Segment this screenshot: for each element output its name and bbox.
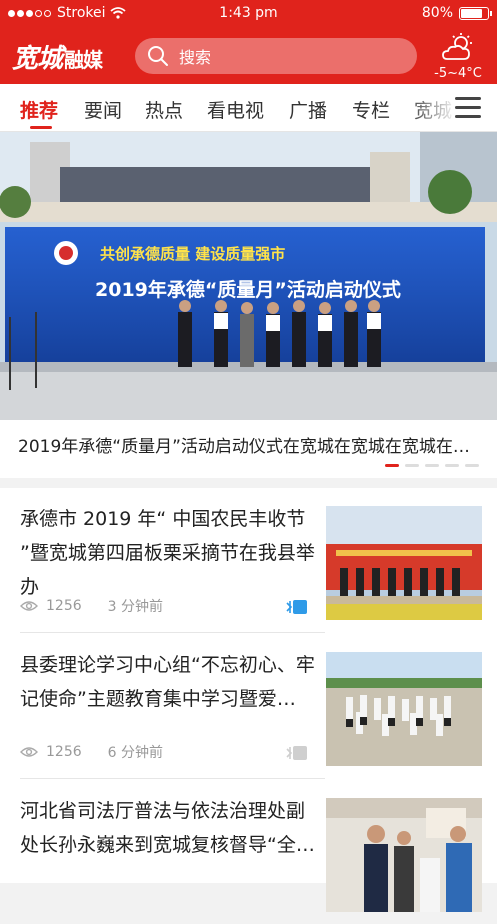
eye-icon [20, 601, 38, 611]
news-thumbnail [326, 798, 482, 912]
news-time: 6 分钟前 [107, 745, 163, 761]
news-list: 承德市 2019 年“ 中国农民丰收节 ”暨宽城第四届板栗采摘节在我县举办 12… [0, 488, 497, 912]
banner-caption[interactable]: 2019年承德“质量月”活动启动仪式在宽城在宽城在宽城在宽城 [0, 420, 497, 478]
banner-headline: 2019年承德“质量月”活动启动仪式 [95, 278, 401, 301]
banner-caption-text: 2019年承德“质量月”活动启动仪式在宽城在宽城在宽城在宽城 [18, 437, 480, 457]
tab-hot[interactable]: 热点 [145, 96, 183, 123]
app-logo: 宽城 融媒 [12, 44, 103, 74]
tab-headlines[interactable]: 要闻 [84, 96, 122, 123]
pager-dot [445, 464, 459, 467]
news-item[interactable]: 河北省司法厅普法与依法治理处副处长孙永巍来到宽城复核督导“全… [0, 780, 497, 924]
pager-dot [385, 464, 399, 467]
channel-tabs: 推荐 要闻 热点 看电视 广播 专栏 宽城 [0, 84, 497, 132]
audio-icon[interactable] [285, 744, 309, 762]
menu-icon[interactable] [455, 97, 481, 119]
battery-percent: 80% [421, 5, 453, 21]
news-thumbnail [326, 652, 482, 766]
news-title: 县委理论学习中心组“不忘初心、牢记使命”主题教育集中学习暨爱… [20, 654, 315, 710]
eye-icon [20, 747, 38, 757]
weather-temp: -5~4°C [434, 66, 482, 81]
news-thumbnail [326, 506, 482, 620]
banner-image: 共创承德质量 建设质量强市 2019年承德“质量月”活动启动仪式 [0, 132, 497, 420]
battery-icon [459, 6, 492, 20]
news-title: 河北省司法厅普法与依法治理处副处长孙永巍来到宽城复核督导“全… [20, 800, 315, 856]
view-count: 1256 [46, 744, 82, 760]
active-tab-indicator [30, 126, 52, 129]
partly-cloudy-icon [442, 33, 472, 60]
news-time: 3 分钟前 [107, 599, 163, 615]
view-count: 1256 [46, 598, 82, 614]
search-bar[interactable]: 搜索 [135, 38, 417, 74]
app-header: 宽城 融媒 搜索 -5~4°C [0, 28, 497, 84]
news-item[interactable]: 县委理论学习中心组“不忘初心、牢记使命”主题教育集中学习暨爱… 1256 6 分… [0, 634, 497, 778]
status-bar: Strokei 1:43 pm 80% [0, 0, 497, 28]
weather-widget[interactable]: -5~4°C [429, 32, 487, 81]
tab-radio[interactable]: 广播 [289, 96, 327, 123]
pager-dot [425, 464, 439, 467]
banner-slogan: 共创承德质量 建设质量强市 [100, 245, 285, 263]
news-title: 承德市 2019 年“ 中国农民丰收节 ”暨宽城第四届板栗采摘节在我县举办 [20, 508, 315, 598]
search-icon [148, 46, 168, 66]
tab-recommend[interactable]: 推荐 [20, 96, 58, 123]
tab-columns[interactable]: 专栏 [352, 96, 390, 123]
search-placeholder: 搜索 [179, 48, 212, 67]
banner-carousel[interactable]: 共创承德质量 建设质量强市 2019年承德“质量月”活动启动仪式 [0, 132, 497, 420]
pager-dot [405, 464, 419, 467]
news-item[interactable]: 承德市 2019 年“ 中国农民丰收节 ”暨宽城第四届板栗采摘节在我县举办 12… [0, 488, 497, 632]
audio-icon[interactable] [285, 598, 309, 616]
tab-tv[interactable]: 看电视 [207, 96, 264, 123]
carousel-pager [385, 464, 479, 467]
pager-dot [465, 464, 479, 467]
